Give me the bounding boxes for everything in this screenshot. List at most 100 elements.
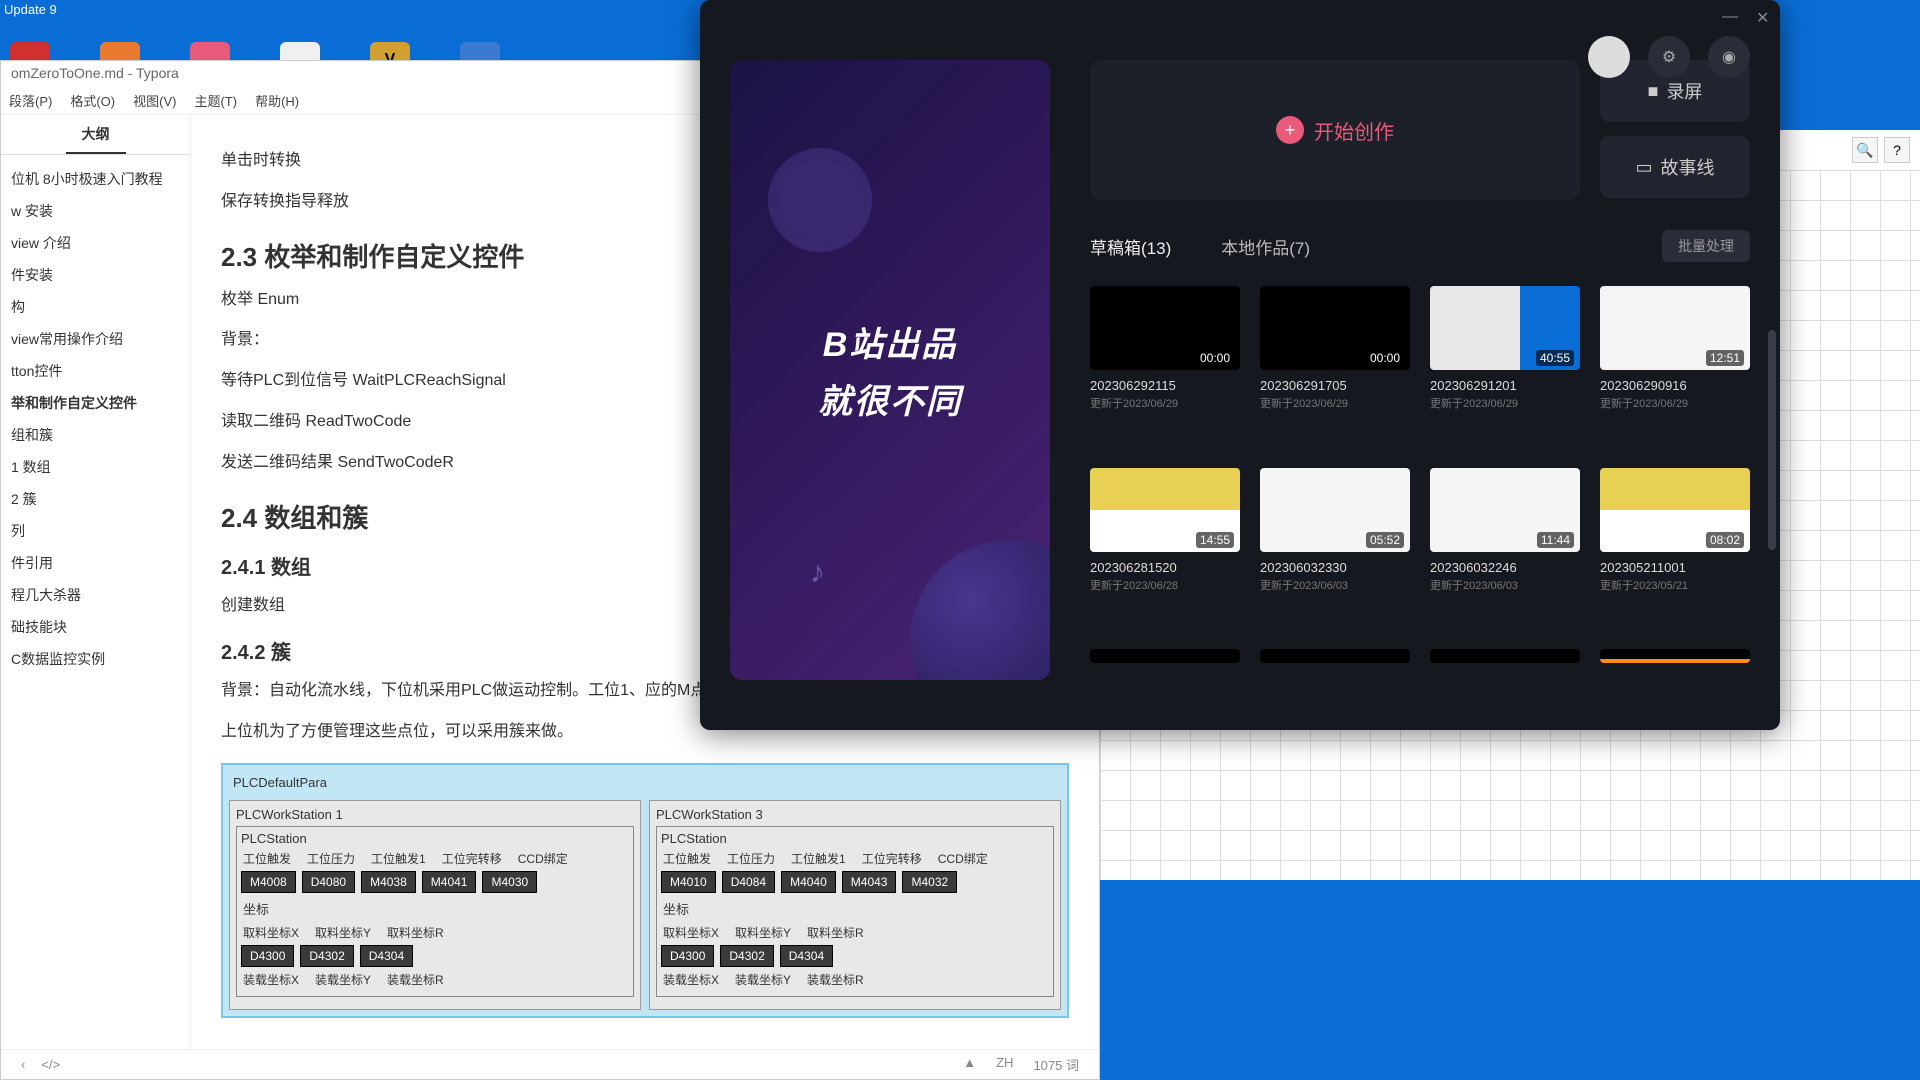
project-item[interactable]: 00:00 202306291705 更新于2023/06/29 [1260,286,1410,448]
duration-badge: 11:44 [1537,532,1574,548]
plc-field-value: M4032 [902,871,957,893]
project-item[interactable]: 11:44 202306032246 更新于2023/06/03 [1430,468,1580,630]
close-icon[interactable]: ✕ [1756,8,1770,22]
batch-button[interactable]: 批量处理 [1662,230,1750,262]
plc-field-label: 装载坐标X [663,971,719,988]
project-item[interactable]: 12:51 202306290916 更新于2023/06/29 [1600,286,1750,448]
project-title: 202306291705 [1260,378,1410,393]
project-item[interactable]: 05:52 202306032330 更新于2023/06/03 [1260,468,1410,630]
project-item[interactable]: 14:55 202306281520 更新于2023/06/28 [1090,468,1240,630]
minimize-icon[interactable]: — [1722,8,1736,22]
plc-coord-label: 坐标 [661,893,1049,920]
create-button[interactable]: + 开始创作 [1090,60,1580,200]
gear-icon[interactable]: ⚙ [1648,36,1690,78]
plc-field-label: 取料坐标R [387,924,444,941]
duration-badge: 40:55 [1536,350,1574,366]
outline-item[interactable]: 1 数组 [1,451,190,483]
sidebar-tab-outline[interactable]: 大纲 [66,116,126,154]
outline-item[interactable]: 件引用 [1,547,190,579]
project-title: 202306292115 [1090,378,1240,393]
project-updated: 更新于2023/06/29 [1260,395,1410,411]
plc-field-label: 工位触发1 [791,850,846,867]
plc-field-label: 取料坐标X [663,924,719,941]
plc-field-value: D4302 [720,945,773,967]
camera-icon[interactable]: ◉ [1708,36,1750,78]
project-item[interactable] [1260,649,1410,700]
menu-format[interactable]: 格式(O) [70,91,115,112]
outline-item[interactable]: 位机 8小时极速入门教程 [1,163,190,195]
back-icon[interactable]: ‹ [21,1057,25,1072]
plc-workstation-1: PLCWorkStation 1 PLCStation 工位触发工位压力工位触发… [229,800,641,1010]
plc-station-label: PLCStation [661,831,1049,846]
word-count[interactable]: 1075 词 [1033,1055,1079,1074]
scrollbar[interactable] [1768,330,1776,550]
project-title: 202306290916 [1600,378,1750,393]
plc-field-value: D4302 [300,945,353,967]
project-thumbnail: 40:55 [1430,286,1580,370]
project-updated: 更新于2023/05/21 [1600,577,1750,593]
plc-field-value: M4010 [661,871,716,893]
plc-ws-label: PLCWorkStation 3 [656,807,1054,822]
outline-item[interactable]: 构 [1,291,190,323]
outline-item[interactable]: view 介绍 [1,227,190,259]
project-item[interactable]: 08:02 202305211001 更新于2023/05/21 [1600,468,1750,630]
duration-badge: 08:02 [1706,532,1744,548]
search-icon[interactable]: 🔍 [1852,137,1878,163]
outline-item[interactable]: w 安装 [1,195,190,227]
project-item[interactable]: 40:55 202306291201 更新于2023/06/29 [1430,286,1580,448]
promo-line-2: 就很不同 [818,374,962,423]
project-item[interactable] [1430,649,1580,700]
avatar[interactable] [1588,36,1630,78]
plc-field-value: M4038 [361,871,416,893]
project-thumbnail: 08:02 [1600,468,1750,552]
outline-item[interactable]: 组和簇 [1,419,190,451]
plc-field-value: D4300 [661,945,714,967]
project-thumbnail [1600,649,1750,663]
plc-field-value: D4080 [302,871,355,893]
duration-badge: 00:00 [1196,350,1234,366]
plc-field-label: CCD绑定 [938,850,988,867]
menu-theme[interactable]: 主题(T) [194,91,237,112]
project-updated: 更新于2023/06/03 [1430,577,1580,593]
outline-item[interactable]: tton控件 [1,355,190,387]
outline-item[interactable]: C数据监控实例 [1,643,190,675]
lang-indicator[interactable]: ZH [996,1055,1013,1074]
outline-item[interactable]: view常用操作介绍 [1,323,190,355]
help-icon[interactable]: ? [1884,137,1910,163]
outline-item[interactable]: 列 [1,515,190,547]
menu-paragraph[interactable]: 段落(P) [9,91,52,112]
create-label: 开始创作 [1314,116,1394,145]
project-item[interactable] [1090,649,1240,700]
outline-item[interactable]: 件安装 [1,259,190,291]
outline-item[interactable]: 础技能块 [1,611,190,643]
record-label: 录屏 [1666,78,1702,104]
plc-field-value: M4043 [842,871,897,893]
promo-banner[interactable]: B站出品 就很不同 ♪ [730,60,1050,680]
project-title: 202306281520 [1090,560,1240,575]
storyline-button[interactable]: ▭ 故事线 [1600,136,1750,198]
outline-item[interactable]: 2 簇 [1,483,190,515]
outline-item[interactable]: 举和制作自定义控件 [1,387,190,419]
tab-local[interactable]: 本地作品(7) [1221,234,1310,259]
menu-help[interactable]: 帮助(H) [255,91,299,112]
plc-field-value: M4030 [482,871,537,893]
plc-field-value: D4300 [241,945,294,967]
tab-drafts[interactable]: 草稿箱(13) [1090,234,1171,259]
project-thumbnail [1090,649,1240,663]
project-title: 202306032246 [1430,560,1580,575]
project-item[interactable] [1600,649,1750,700]
code-icon[interactable]: </> [41,1057,60,1072]
plc-title: PLCDefaultPara [229,771,1061,794]
plc-diagram: PLCDefaultPara PLCWorkStation 1 PLCStati… [221,763,1069,1018]
plc-field-value: M4041 [422,871,477,893]
outline-item[interactable]: 程几大杀器 [1,579,190,611]
project-thumbnail: 12:51 [1600,286,1750,370]
plc-field-label: 装载坐标R [807,971,864,988]
project-item[interactable]: 00:00 202306292115 更新于2023/06/29 [1090,286,1240,448]
plc-field-value: M4008 [241,871,296,893]
menu-view[interactable]: 视图(V) [133,91,176,112]
project-updated: 更新于2023/06/29 [1600,395,1750,411]
warning-icon[interactable]: ▲ [963,1055,976,1074]
bilibili-creator-window: — ✕ ⚙ ◉ B站出品 就很不同 ♪ + 开始创作 ■ 录屏 [700,0,1780,730]
plc-field-label: 工位压力 [727,850,775,867]
